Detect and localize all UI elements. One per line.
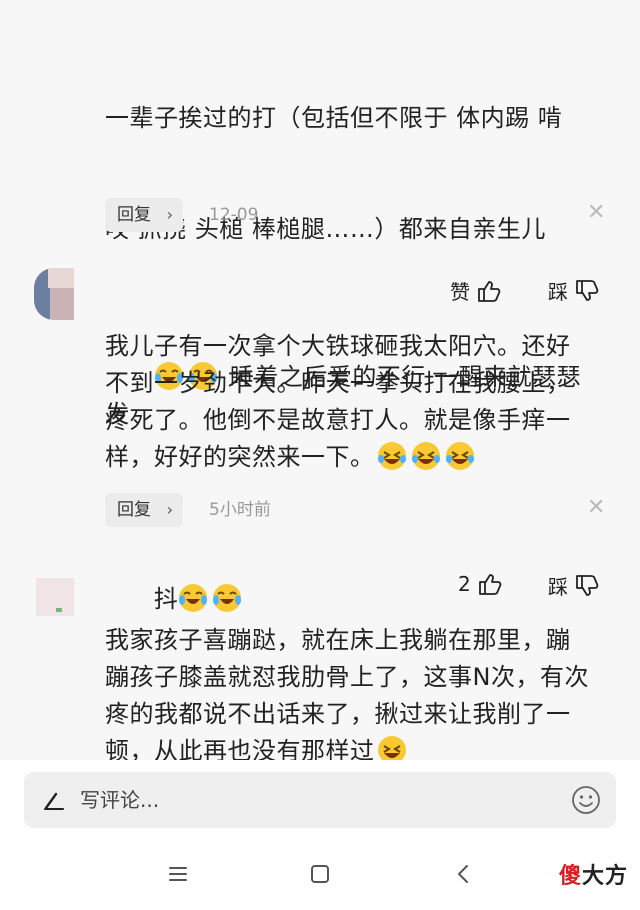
thumb-down-icon: [576, 279, 599, 301]
avatar-image: [34, 268, 74, 320]
reply-button[interactable]: 回复 ›: [105, 198, 183, 232]
watermark: 傻大方: [559, 858, 628, 890]
comment-input-placeholder: 写评论...: [80, 788, 160, 812]
grinning-sweat-face-icon: [445, 442, 474, 470]
dislike-label: 踩: [548, 575, 568, 599]
chevron-right-icon: ›: [166, 205, 173, 224]
comment-input-bar: 写评论...: [0, 760, 640, 840]
thumb-up-icon: [478, 280, 501, 302]
dislike-label: 踩: [548, 280, 568, 304]
avatar[interactable]: [36, 578, 74, 616]
comment-time: 5小时前: [209, 500, 271, 520]
reply-button[interactable]: 回复 ›: [105, 493, 183, 527]
avatar[interactable]: [34, 268, 74, 320]
like-button[interactable]: 赞: [450, 276, 502, 305]
reply-label: 回复: [117, 205, 151, 225]
comment-body: 我儿子有一次拿个大铁球砸我太阳穴。还好 不到一岁劲不大。昨天一拳头打在我腰上， …: [105, 328, 605, 476]
watermark-rest: 大方: [581, 864, 628, 889]
chevron-right-icon: ›: [166, 500, 173, 519]
comment-text: 我儿子有一次拿个大铁球砸我太阳穴。还好 不到一岁劲不大。昨天一拳头打在我腰上， …: [105, 332, 571, 471]
like-button[interactable]: 2: [458, 571, 503, 597]
comment-input[interactable]: 写评论...: [24, 772, 616, 828]
thumb-up-icon: [478, 574, 502, 595]
reply-label: 回复: [117, 500, 151, 520]
like-label: 赞: [450, 280, 470, 304]
system-nav-bar: [0, 840, 640, 910]
comment-body: 我家孩子喜蹦跶，就在床上我躺在那里，蹦 蹦孩子膝盖就怼我肋骨上了，这事N次，有次…: [105, 622, 605, 760]
comment-text: 我家孩子喜蹦跶，就在床上我躺在那里，蹦 蹦孩子膝盖就怼我肋骨上了，这事N次，有次…: [105, 626, 589, 760]
back-icon[interactable]: [452, 862, 476, 886]
dislike-button[interactable]: 踩: [548, 276, 600, 305]
grinning-sweat-face-icon: [411, 442, 440, 470]
comment-meta: 回复 › 12-09 ✕: [105, 198, 605, 232]
laughing-crying-face-icon: [179, 584, 208, 612]
menu-icon[interactable]: [166, 862, 190, 886]
thumb-down-icon: [576, 574, 599, 596]
grinning-sweat-face-icon: [377, 442, 406, 470]
comment-time: 12-09: [209, 205, 259, 225]
smile-icon[interactable]: [570, 784, 602, 816]
comment-feed: 一辈子挨过的打（包括但不限于 体内踢 啃 咬 抓挠 头槌 棒槌腿……）都来自亲生…: [0, 0, 640, 760]
watermark-first-char: 傻: [558, 864, 582, 889]
grinning-sweat-face-icon: [377, 736, 406, 760]
dislike-button[interactable]: 踩: [548, 571, 600, 600]
comment-meta: 回复 › 5小时前 ✕: [105, 493, 605, 527]
pen-icon: [44, 792, 64, 810]
avatar-image: [36, 578, 74, 616]
close-icon[interactable]: ✕: [587, 495, 605, 520]
home-icon[interactable]: [308, 862, 332, 886]
comment-line-text: 抖: [153, 585, 179, 613]
laughing-crying-face-icon: [213, 584, 242, 612]
comment-line: 一辈子挨过的打（包括但不限于 体内踢 啃: [105, 104, 563, 132]
close-icon[interactable]: ✕: [587, 200, 605, 225]
like-count: 2: [458, 572, 471, 596]
